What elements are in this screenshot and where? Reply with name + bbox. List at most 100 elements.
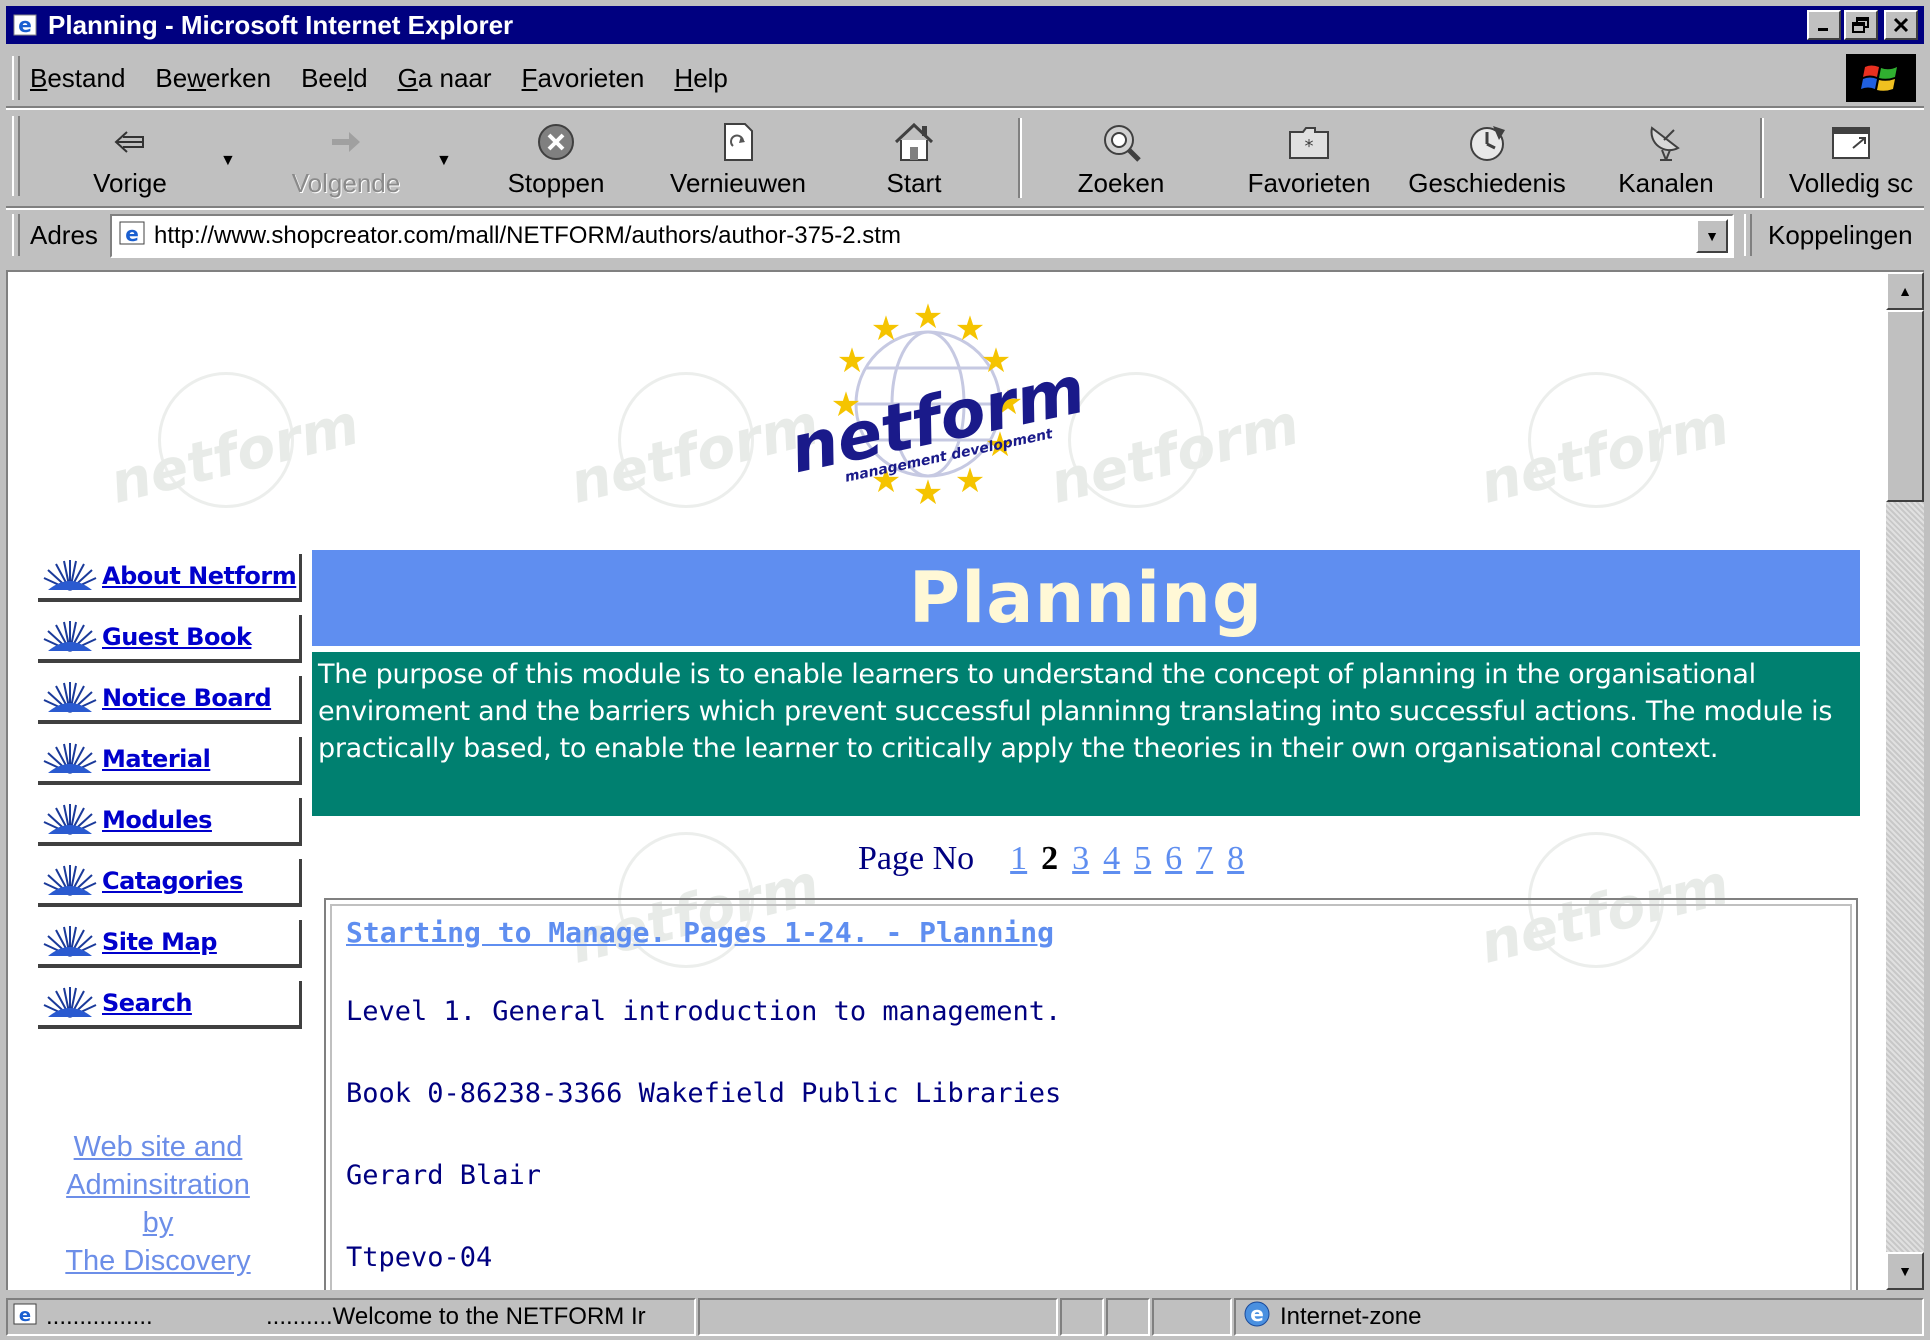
history-button[interactable]: Geschiedenis	[1402, 110, 1572, 204]
sun-fan-icon	[38, 983, 102, 1023]
status-zone: Internet-zone	[1280, 1303, 1422, 1330]
svg-text:★: ★	[913, 297, 943, 337]
module-description: The purpose of this module is to enable …	[312, 652, 1860, 816]
links-label[interactable]: Koppelingen	[1768, 220, 1913, 251]
search-globe-icon	[1099, 116, 1143, 168]
credit-link-line-2[interactable]: Adminsitration	[38, 1166, 278, 1204]
page-link-7[interactable]: 7	[1196, 840, 1213, 878]
nav-guest-book[interactable]: Guest Book	[38, 615, 302, 663]
menu-help[interactable]: Help	[674, 63, 727, 94]
sun-fan-icon	[38, 556, 102, 596]
menu-ganaar[interactable]: Ga naar	[398, 63, 492, 94]
page-ie-icon: e	[118, 219, 146, 254]
svg-text:e: e	[1250, 1302, 1264, 1326]
scroll-down-icon[interactable]: ▼	[1886, 1252, 1924, 1290]
ie-icon: e	[12, 11, 40, 39]
credit-link-line-3[interactable]: by	[38, 1204, 278, 1242]
sun-fan-icon	[38, 922, 102, 962]
satellite-dish-icon	[1644, 116, 1688, 168]
credit-link-line-1[interactable]: Web site and	[38, 1128, 278, 1166]
page-link-8[interactable]: 8	[1227, 840, 1244, 878]
search-button[interactable]: Zoeken	[1056, 110, 1186, 204]
back-arrow-icon	[113, 116, 147, 168]
svg-text:*: *	[1305, 136, 1314, 157]
internet-zone-icon: e	[1242, 1300, 1272, 1334]
credit-link-line-4[interactable]: The Discovery	[38, 1242, 278, 1280]
links-grip[interactable]	[1744, 214, 1752, 256]
nav-site-map[interactable]: Site Map	[38, 920, 302, 968]
page-link-5[interactable]: 5	[1134, 840, 1151, 878]
svg-text:e: e	[125, 222, 139, 246]
stop-button[interactable]: Stoppen	[486, 110, 626, 204]
netform-logo: ★ ★ ★ ★ ★ ★ ★ ★ ★ ★ ★ netform management develo…	[778, 292, 1098, 522]
fullscreen-button[interactable]: Volledig sc	[1778, 110, 1924, 204]
pagination: Page No 1 2 3 4 5 6 7 8	[858, 840, 1244, 878]
sun-fan-icon	[38, 739, 102, 779]
scroll-thumb[interactable]	[1886, 310, 1924, 502]
menu-bewerken[interactable]: Bewerken	[155, 63, 271, 94]
scroll-up-icon[interactable]: ▲	[1886, 272, 1924, 310]
title-banner: Planning	[312, 550, 1860, 646]
forward-arrow-icon	[329, 116, 363, 168]
entry-line: Gerard Blair	[346, 1160, 542, 1191]
nav-catagories[interactable]: Catagories	[38, 859, 302, 907]
status-message-cell: e ................ ..........Welcome to …	[6, 1298, 696, 1336]
toolbar-separator	[1018, 118, 1022, 198]
page-link-3[interactable]: 3	[1072, 840, 1089, 878]
status-progress-cell	[698, 1298, 1058, 1336]
nav-search[interactable]: Search	[38, 981, 302, 1029]
favorites-button[interactable]: * Favorieten	[1234, 110, 1384, 204]
status-left: ................	[46, 1303, 153, 1330]
svg-text:e: e	[19, 1305, 31, 1326]
vertical-scrollbar[interactable]: ▲ ▼	[1886, 272, 1924, 1290]
refresh-icon	[721, 116, 755, 168]
svg-text:★: ★	[837, 341, 867, 381]
status-cell-a	[1060, 1298, 1104, 1336]
page-link-4[interactable]: 4	[1103, 840, 1120, 878]
back-dropdown-icon[interactable]: ▼	[220, 152, 236, 170]
pagination-label: Page No	[858, 840, 975, 877]
nav-material[interactable]: Material	[38, 737, 302, 785]
page-link-6[interactable]: 6	[1165, 840, 1182, 878]
sun-fan-icon	[38, 861, 102, 901]
menu-favorieten[interactable]: Favorieten	[522, 63, 645, 94]
back-button[interactable]: Vorige	[60, 110, 200, 204]
title-bar[interactable]: e Planning - Microsoft Internet Explorer	[6, 6, 1924, 44]
page-content: netform netform netform netform netform …	[6, 270, 1924, 1290]
menu-grip[interactable]	[12, 56, 20, 100]
windows-logo-icon	[1846, 54, 1916, 102]
address-dropdown-icon[interactable]: ▼	[1696, 219, 1728, 253]
home-button[interactable]: Start	[854, 110, 974, 204]
page-current-2: 2	[1041, 840, 1059, 877]
nav-modules[interactable]: Modules	[38, 798, 302, 846]
maximize-button[interactable]	[1844, 10, 1878, 40]
status-cell-c	[1152, 1298, 1232, 1336]
forward-dropdown-icon[interactable]: ▼	[436, 152, 452, 170]
toolbar-grip[interactable]	[12, 116, 20, 196]
minimize-button[interactable]	[1807, 10, 1841, 40]
channels-button[interactable]: Kanalen	[1596, 110, 1736, 204]
refresh-button[interactable]: Vernieuwen	[658, 110, 818, 204]
forward-button[interactable]: Volgende	[276, 110, 416, 204]
favorites-folder-icon: *	[1287, 116, 1331, 168]
nav-notice-board[interactable]: Notice Board	[38, 676, 302, 724]
address-grip[interactable]	[12, 214, 20, 256]
entry-line: Ttpevo-04	[346, 1242, 493, 1273]
page-title: Planning	[908, 557, 1264, 639]
entry-line: Book 0-86238-3366 Wakefield Public Libra…	[346, 1078, 1062, 1109]
address-field[interactable]: e http://www.shopcreator.com/mall/NETFOR…	[110, 214, 1734, 258]
page-link-1[interactable]: 1	[1010, 840, 1027, 878]
toolbar-separator-2	[1760, 118, 1764, 198]
menu-beeld[interactable]: Beeld	[301, 63, 368, 94]
fullscreen-icon	[1829, 116, 1873, 168]
entry-title-link[interactable]: Starting to Manage. Pages 1-24. - Planni…	[346, 916, 1054, 949]
svg-text:★: ★	[955, 461, 985, 501]
menu-bestand[interactable]: Bestand	[30, 63, 125, 94]
address-url: http://www.shopcreator.com/mall/NETFORM/…	[154, 222, 901, 249]
svg-text:★: ★	[871, 309, 901, 349]
toolbar: Vorige ▼ Volgende ▼ Stoppen Vernieuwen S…	[6, 110, 1924, 204]
status-message: ..........Welcome to the NETFORM Ir	[266, 1303, 646, 1330]
close-button[interactable]	[1884, 10, 1918, 40]
nav-about-netform[interactable]: About Netform	[38, 554, 302, 602]
status-cell-b	[1106, 1298, 1150, 1336]
